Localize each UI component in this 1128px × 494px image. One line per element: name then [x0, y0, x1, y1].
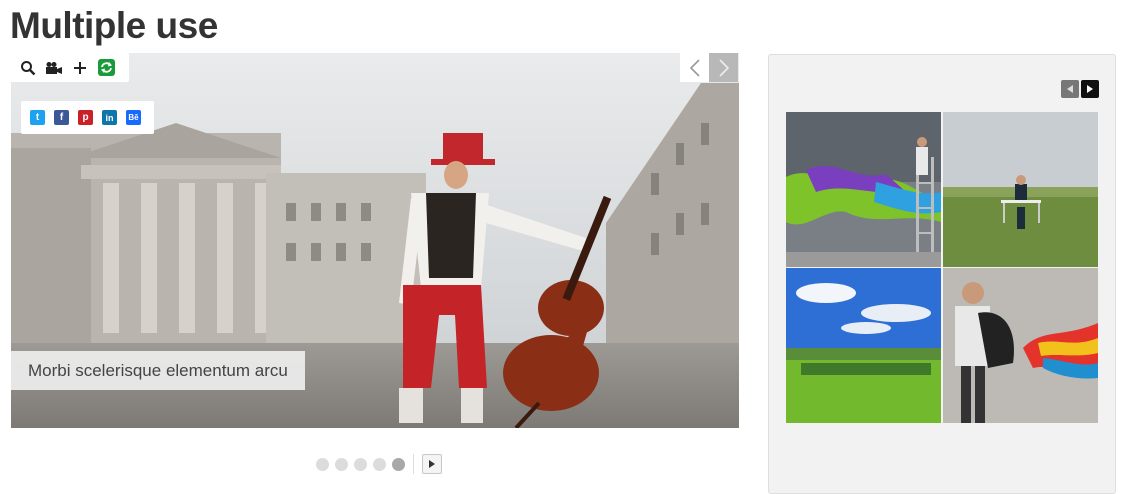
- share-bar: t f p in Bē: [21, 101, 154, 134]
- gallery-prev-button[interactable]: [1061, 80, 1079, 98]
- slider-prev-button[interactable]: [680, 53, 709, 82]
- behance-icon[interactable]: Bē: [126, 110, 141, 125]
- pinterest-icon[interactable]: p: [78, 110, 93, 125]
- gallery-panel: [768, 54, 1116, 494]
- play-button[interactable]: [422, 454, 442, 474]
- gallery-thumbnail[interactable]: [943, 112, 1098, 267]
- page-title: Multiple use: [10, 5, 218, 46]
- gallery-thumbnail[interactable]: [786, 112, 941, 267]
- gallery-thumbnail[interactable]: [786, 268, 941, 423]
- slider-next-button[interactable]: [709, 53, 738, 82]
- refresh-icon[interactable]: [93, 55, 119, 81]
- twitter-icon[interactable]: t: [30, 110, 45, 125]
- pagination-dot[interactable]: [354, 457, 367, 471]
- search-icon[interactable]: [15, 55, 41, 81]
- pagination-dot[interactable]: [316, 457, 329, 471]
- plus-icon[interactable]: [67, 55, 93, 81]
- slide-caption: Morbi scelerisque elementum arcu: [11, 351, 305, 390]
- image-slider[interactable]: t f p in Bē Morbi scelerisque elementum …: [11, 53, 739, 428]
- pagination-divider: [413, 454, 414, 474]
- gallery-next-button[interactable]: [1081, 80, 1099, 98]
- linkedin-icon[interactable]: in: [102, 110, 117, 125]
- facebook-icon[interactable]: f: [54, 110, 69, 125]
- pagination-dot-active[interactable]: [392, 457, 405, 471]
- video-icon[interactable]: [41, 55, 67, 81]
- slider-toolbar: [11, 53, 129, 82]
- pagination-dot[interactable]: [335, 457, 348, 471]
- pagination-dot[interactable]: [373, 457, 386, 471]
- gallery-thumbnail[interactable]: [943, 268, 1098, 423]
- slider-pagination: [316, 454, 442, 474]
